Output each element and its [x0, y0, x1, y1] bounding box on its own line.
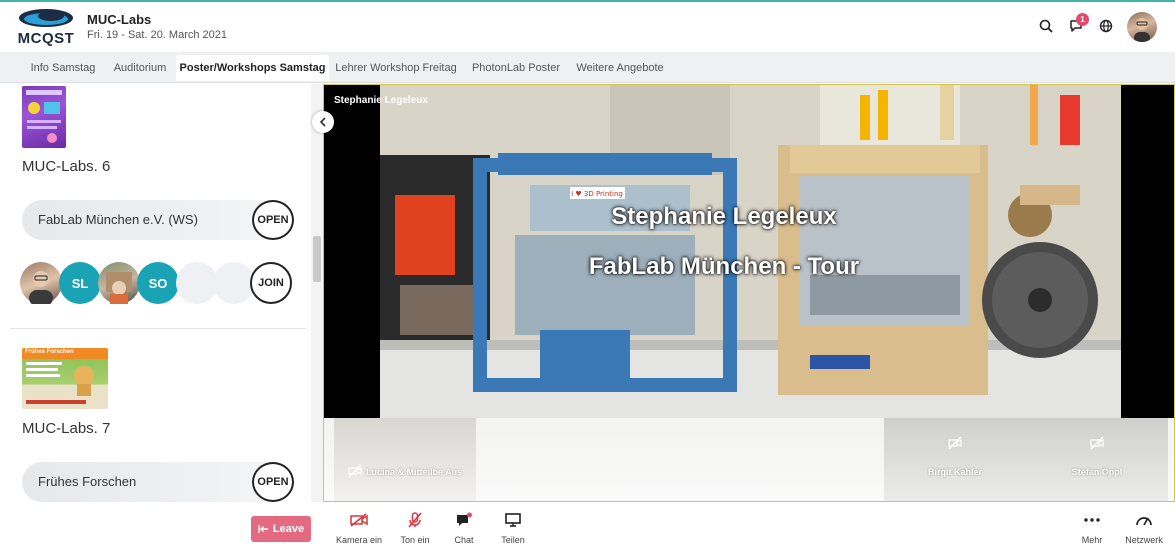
printer-sticker: I ♥ 3D Printing — [571, 190, 623, 198]
logo-mark-icon — [19, 9, 73, 27]
participant-avatar-so[interactable]: SO — [137, 262, 179, 304]
room-title: MUC-Labs. 6 — [22, 158, 111, 175]
participant-name: Birgit Kahler — [927, 467, 982, 477]
participant-avatar[interactable] — [20, 262, 62, 304]
video-stage[interactable]: I ♥ 3D Printing Stephanie Legeleux Steph… — [323, 84, 1175, 502]
event-title: MUC-Labs — [87, 12, 152, 27]
speaker-video: I ♥ 3D Printing — [380, 85, 1121, 418]
gauge-icon — [1136, 517, 1152, 526]
scrollbar-track[interactable] — [311, 84, 323, 502]
camera-off-icon — [350, 513, 368, 527]
notification-badge: 1 — [1076, 13, 1089, 26]
camera-label: Kamera ein — [335, 535, 383, 545]
more-label: Mehr — [1081, 535, 1103, 545]
more-dots-icon — [1084, 518, 1100, 522]
room-divider — [10, 328, 306, 329]
participant-name: Stefan Oppl — [1071, 467, 1123, 477]
camera-toggle[interactable]: Kamera ein — [329, 510, 389, 545]
user-avatar[interactable] — [1127, 12, 1157, 42]
room-list-panel: MUC-Labs. 6 FabLab München e.V. (WS) OPE… — [0, 84, 323, 502]
scrollbar-thumb[interactable] — [313, 236, 321, 282]
session-pill[interactable]: Frühes Forschen OPEN — [22, 462, 294, 502]
session-label: Frühes Forschen — [38, 474, 137, 489]
video-overlay-caption: FabLab München - Tour — [588, 253, 860, 280]
room-title: MUC-Labs. 7 — [22, 420, 111, 437]
room-tabs: Info Samstag Auditorium Poster/Workshops… — [0, 52, 1175, 83]
session-pill[interactable]: FabLab München e.V. (WS) OPEN — [22, 200, 294, 240]
tab-auditorium[interactable]: Auditorium — [106, 55, 174, 81]
header: MCQST MUC-Labs Fri. 19 - Sat. 20. March … — [0, 2, 1175, 50]
call-controls-bar: Leave Kamera ein Ton ein Chat Teilen Meh… — [0, 502, 1175, 550]
empty-seat[interactable] — [213, 262, 255, 304]
screen-share-icon — [505, 513, 521, 527]
open-button[interactable]: OPEN — [252, 462, 294, 502]
speaker-name-tag: Stephanie Legeleux — [334, 95, 428, 106]
participant-name: Lucina & Mitteilbe Aus — [366, 467, 463, 477]
network-button[interactable]: Netzwerk — [1114, 510, 1174, 545]
participant-tile[interactable]: Birgit Kahler — [884, 418, 1026, 501]
chevron-left-icon — [319, 117, 326, 127]
participant-tile[interactable]: Lucina & Mitteilbe Aus — [334, 418, 476, 501]
share-label: Teilen — [501, 535, 525, 545]
more-button[interactable]: Mehr — [1062, 510, 1122, 545]
video-overlay-name: Stephanie Legeleux — [611, 203, 837, 230]
participant-avatar[interactable] — [98, 262, 140, 304]
mcqst-logo[interactable]: MCQST — [14, 8, 78, 47]
participant-avatar-sl[interactable]: SL — [59, 262, 101, 304]
camera-off-icon — [1090, 436, 1104, 450]
search-icon[interactable] — [1037, 17, 1055, 35]
collapse-sidebar-button[interactable] — [312, 111, 334, 133]
logo-text: MCQST — [17, 30, 75, 47]
network-label: Netzwerk — [1125, 535, 1163, 545]
camera-off-icon — [948, 436, 962, 450]
poster-thumbnail-muc-labs-6[interactable] — [22, 86, 66, 148]
globe-icon[interactable] — [1097, 17, 1115, 35]
participant-strip: Lucina & Mitteilbe Aus Birgit Kahler Ste… — [324, 418, 1174, 501]
empty-seat[interactable] — [176, 262, 218, 304]
tab-lehrer-workshop-freitag[interactable]: Lehrer Workshop Freitag — [331, 55, 461, 81]
leave-button[interactable]: Leave — [251, 516, 311, 542]
tab-weitere-angebote[interactable]: Weitere Angebote — [570, 55, 670, 81]
open-button[interactable]: OPEN — [252, 200, 294, 240]
tab-info-samstag[interactable]: Info Samstag — [22, 55, 104, 81]
participant-tile[interactable]: Stefan Oppl — [1026, 418, 1168, 501]
poster-thumbnail-muc-labs-7[interactable]: Frühes Forschen — [22, 348, 108, 409]
chat-icon — [457, 512, 472, 526]
leave-label: Leave — [272, 523, 305, 535]
tab-poster-workshops-samstag[interactable]: Poster/Workshops Samstag — [176, 55, 329, 81]
session-label: FabLab München e.V. (WS) — [38, 212, 198, 227]
join-button[interactable]: JOIN — [250, 262, 292, 304]
microphone-off-icon — [408, 512, 422, 528]
share-screen-button[interactable]: Teilen — [483, 510, 543, 545]
event-date: Fri. 19 - Sat. 20. March 2021 — [87, 29, 228, 41]
exit-arrow-icon — [258, 525, 268, 533]
tab-photonlab-poster[interactable]: PhotonLab Poster — [466, 55, 566, 81]
